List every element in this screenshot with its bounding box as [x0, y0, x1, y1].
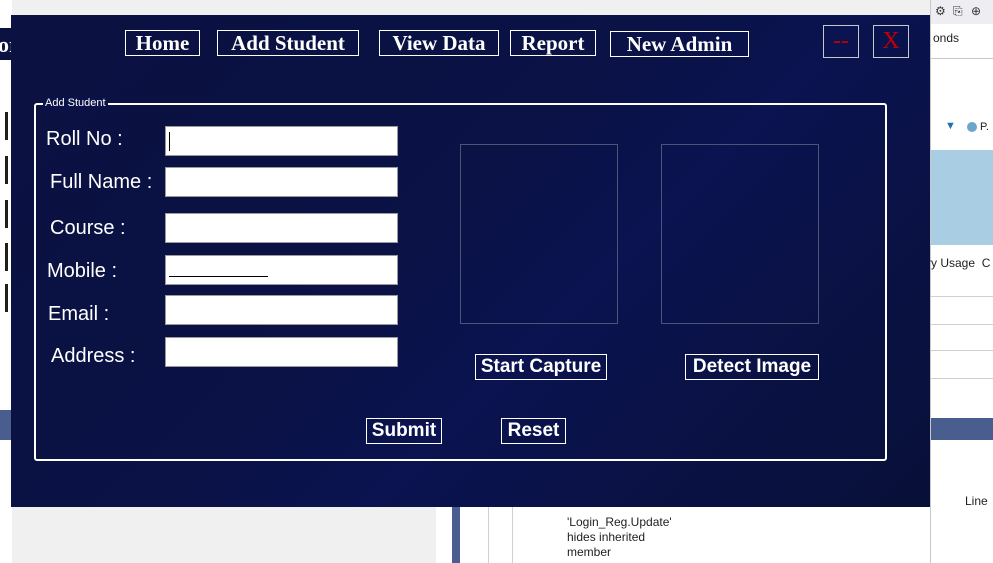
group-title: Add Student [43, 97, 108, 110]
nav-home-button[interactable]: Home [125, 30, 200, 56]
roll-no-label: Roll No : [46, 128, 123, 150]
legend-label: P. [980, 121, 989, 133]
email-input[interactable] [165, 295, 398, 325]
roll-no-input[interactable] [165, 126, 398, 156]
divider [931, 378, 993, 379]
background-tab-strip [931, 418, 993, 440]
add-student-group: Add Student Roll No : Full Name : Course… [34, 97, 887, 461]
divider [931, 324, 993, 325]
address-input[interactable] [165, 337, 398, 367]
filter-marker-icon[interactable]: ▼ [945, 120, 956, 132]
next-tab-label: C [981, 256, 991, 270]
email-label: Email : [48, 303, 110, 325]
detected-picture-box [661, 144, 819, 324]
divider [931, 350, 993, 351]
minimize-button[interactable]: -- [823, 25, 859, 58]
diagnostics-toolbar: ⚙ ⎘ ⊕ [931, 0, 993, 24]
error-list-gutter [452, 507, 460, 563]
timeline-units: onds [933, 31, 960, 45]
memory-usage-tab[interactable]: ry Usage C [927, 256, 990, 270]
reset-button[interactable]: Reset [501, 418, 566, 444]
address-label: Address : [51, 345, 136, 367]
memory-graph [931, 150, 993, 245]
column-divider [512, 507, 513, 563]
legend-dot-icon [967, 122, 977, 132]
editor-marker [5, 112, 8, 140]
editor-marker [5, 200, 8, 228]
full-name-label: Full Name : [50, 171, 153, 193]
memory-usage-label: ry Usage [927, 256, 976, 270]
line-column-header[interactable]: Line [965, 494, 988, 508]
mobile-label: Mobile : [47, 260, 118, 282]
column-divider [488, 507, 489, 563]
editor-marker [5, 156, 8, 184]
course-input[interactable] [165, 213, 398, 243]
nav-report-button[interactable]: Report [510, 30, 596, 56]
submit-button[interactable]: Submit [366, 418, 442, 444]
detect-image-button[interactable]: Detect Image [685, 354, 819, 380]
export-icon[interactable]: ⎘ [953, 4, 963, 19]
diagnostics-panel: ⚙ ⎘ ⊕ onds ▼ P. ry Usage C Line [927, 0, 993, 563]
editor-marker [5, 284, 8, 312]
start-capture-button[interactable]: Start Capture [475, 354, 607, 380]
input-mask-underline [169, 276, 268, 277]
capture-picture-box [460, 144, 618, 324]
settings-icon[interactable]: ⚙ [935, 4, 946, 18]
error-message[interactable]: 'Login_Reg.Update' hides inherited membe… [567, 515, 672, 560]
error-list: 'Login_Reg.Update' hides inherited membe… [436, 507, 930, 563]
text-caret [169, 132, 170, 151]
full-name-input[interactable] [165, 167, 398, 197]
zoom-in-icon[interactable]: ⊕ [971, 4, 981, 18]
course-label: Course : [50, 217, 126, 239]
add-student-window: Home Add Student View Data Report New Ad… [11, 15, 930, 507]
timeline-ruler [931, 58, 993, 73]
nav-view-data-button[interactable]: View Data [379, 30, 499, 56]
editor-marker [5, 243, 8, 271]
mobile-masked-input[interactable] [165, 255, 398, 285]
nav-new-admin-button[interactable]: New Admin [610, 31, 749, 57]
divider [931, 296, 993, 297]
close-button[interactable]: X [873, 25, 909, 58]
nav-add-student-button[interactable]: Add Student [217, 30, 359, 56]
